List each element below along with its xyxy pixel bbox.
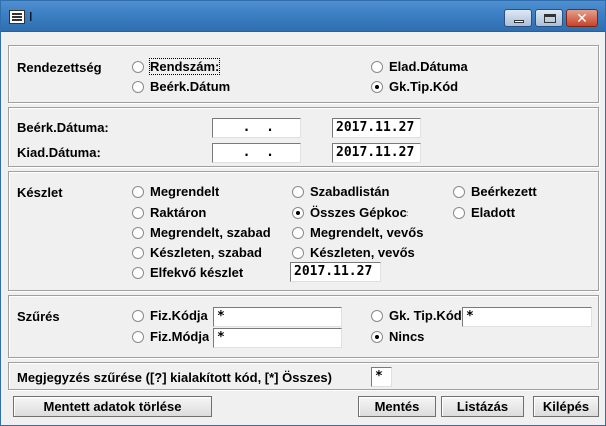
gk-tip-input[interactable]: * — [462, 307, 592, 327]
filter-none-label: Nincs — [389, 329, 425, 344]
fiz-mode-input[interactable]: * — [213, 328, 342, 348]
stock-all-cars-radio[interactable]: Összes Gépkocsi — [292, 205, 408, 220]
fiz-code-input[interactable]: * — [213, 307, 342, 327]
radio-icon — [132, 226, 144, 239]
issue-date-label: Kiad.Dátuma: — [17, 145, 101, 160]
stock-label: Készlet — [17, 185, 63, 200]
note-filter-input[interactable]: * — [371, 367, 392, 387]
radio-icon — [292, 226, 304, 239]
stock-sold-radio[interactable]: Eladott — [453, 205, 515, 220]
issue-date-from-input[interactable]: . . — [212, 143, 301, 163]
maximize-icon — [544, 14, 556, 23]
filter-fiz-mode-label: Fiz.Módja — [150, 329, 210, 344]
radio-icon — [132, 330, 144, 343]
stock-in-stock-label: Raktáron — [150, 205, 207, 220]
radio-icon — [132, 60, 144, 73]
arrival-date-to-input[interactable]: 2017.11.27 — [332, 118, 421, 138]
sort-by-plate-label: Rendszám: — [148, 58, 221, 75]
radio-icon — [371, 330, 383, 343]
close-button[interactable]: ✕ — [566, 9, 598, 27]
stock-ordered-buyer-label: Megrendelt, vevős — [310, 225, 424, 240]
radio-icon — [132, 266, 144, 279]
arrival-date-label: Beérk.Dátuma: — [17, 120, 109, 135]
minimize-icon — [514, 20, 524, 23]
radio-icon — [292, 206, 304, 219]
filter-gk-tip-radio[interactable]: Gk. Tip.Kód — [371, 308, 463, 323]
stock-in-stock-radio[interactable]: Raktáron — [132, 205, 206, 220]
stock-ordered-label: Megrendelt — [150, 184, 220, 199]
stock-obsolete-label: Elfekvő készlet — [150, 265, 244, 280]
stock-ordered-buyer-radio[interactable]: Megrendelt, vevős — [292, 225, 423, 240]
stock-obsolete-radio[interactable]: Elfekvő készlet — [132, 265, 243, 280]
stock-ordered-free-radio[interactable]: Megrendelt, szabad — [132, 225, 280, 240]
filter-label: Szűrés — [17, 309, 60, 324]
radio-icon — [132, 80, 144, 93]
stock-ordered-free-label: Megrendelt, szabad — [150, 225, 271, 240]
radio-icon — [132, 309, 144, 322]
sort-by-plate-radio[interactable]: Rendszám: — [132, 58, 221, 75]
note-filter-label: Megjegyzés szűrése ([?] kialakított kód,… — [17, 370, 332, 385]
stock-free-list-radio[interactable]: Szabadlistán — [292, 184, 389, 199]
window-title: I — [29, 9, 33, 24]
clear-saved-data-button[interactable]: Mentett adatok törlése — [13, 396, 212, 417]
sorting-group: Rendezettség Rendszám: Beérk.Dátum Elad.… — [8, 45, 599, 103]
filter-none-radio[interactable]: Nincs — [371, 329, 424, 344]
sort-by-sale-date-label: Elad.Dátuma — [389, 59, 468, 74]
radio-icon — [371, 309, 383, 322]
list-button[interactable]: Listázás — [441, 396, 524, 417]
stock-sold-label: Eladott — [471, 205, 516, 220]
stock-all-cars-label: Összes Gépkocsi — [310, 205, 408, 220]
stock-ordered-radio[interactable]: Megrendelt — [132, 184, 219, 199]
radio-icon — [292, 185, 304, 198]
sort-by-sale-date-radio[interactable]: Elad.Dátuma — [371, 59, 468, 74]
maximize-button[interactable] — [535, 9, 563, 27]
sorting-label: Rendezettség — [17, 60, 102, 75]
stock-arrived-label: Beérkezett — [471, 184, 537, 199]
filter-fiz-code-radio[interactable]: Fiz.Kódja — [132, 308, 208, 323]
filter-gk-tip-label: Gk. Tip.Kód — [389, 308, 462, 323]
stock-arrived-radio[interactable]: Beérkezett — [453, 184, 537, 199]
radio-icon — [132, 185, 144, 198]
stock-group: Készlet Megrendelt Raktáron Megrendelt, … — [8, 171, 599, 291]
save-button[interactable]: Mentés — [358, 396, 436, 417]
note-group: Megjegyzés szűrése ([?] kialakított kód,… — [8, 362, 599, 390]
minimize-button[interactable] — [504, 9, 532, 27]
sort-by-arrival-radio[interactable]: Beérk.Dátum — [132, 79, 230, 94]
title-bar[interactable]: I ✕ — [1, 1, 605, 32]
filter-fiz-code-label: Fiz.Kódja — [150, 308, 208, 323]
issue-date-to-input[interactable]: 2017.11.27 — [332, 143, 421, 163]
radio-icon — [371, 80, 383, 93]
obsolete-date-input[interactable]: 2017.11.27 — [290, 262, 381, 282]
stock-available-buyer-label: Készleten, vevős — [310, 245, 415, 260]
sort-by-type-code-radio[interactable]: Gk.Tip.Kód — [371, 79, 458, 94]
radio-icon — [292, 246, 304, 259]
close-icon: ✕ — [576, 10, 588, 26]
radio-icon — [132, 206, 144, 219]
radio-icon — [132, 246, 144, 259]
dates-group: Beérk.Dátuma: . . 2017.11.27 Kiad.Dátuma… — [8, 107, 599, 167]
stock-available-free-radio[interactable]: Készleten, szabad — [132, 245, 262, 260]
stock-available-free-label: Készleten, szabad — [150, 245, 262, 260]
stock-available-buyer-radio[interactable]: Készleten, vevős — [292, 245, 415, 260]
filter-group: Szűrés Fiz.Kódja * Fiz.Módja * Gk. Tip.K… — [8, 295, 599, 358]
radio-icon — [371, 60, 383, 73]
arrival-date-from-input[interactable]: . . — [212, 118, 301, 138]
sort-by-arrival-label: Beérk.Dátum — [150, 79, 231, 94]
app-icon[interactable] — [9, 10, 25, 24]
filter-fiz-mode-radio[interactable]: Fiz.Módja — [132, 329, 209, 344]
exit-button[interactable]: Kilépés — [533, 396, 599, 417]
radio-icon — [453, 206, 465, 219]
radio-icon — [453, 185, 465, 198]
sort-by-type-code-label: Gk.Tip.Kód — [389, 79, 459, 94]
app-window: I ✕ Rendezettség Rendszám: Beérk.Dátum E… — [0, 0, 606, 426]
stock-free-list-label: Szabadlistán — [310, 184, 390, 199]
